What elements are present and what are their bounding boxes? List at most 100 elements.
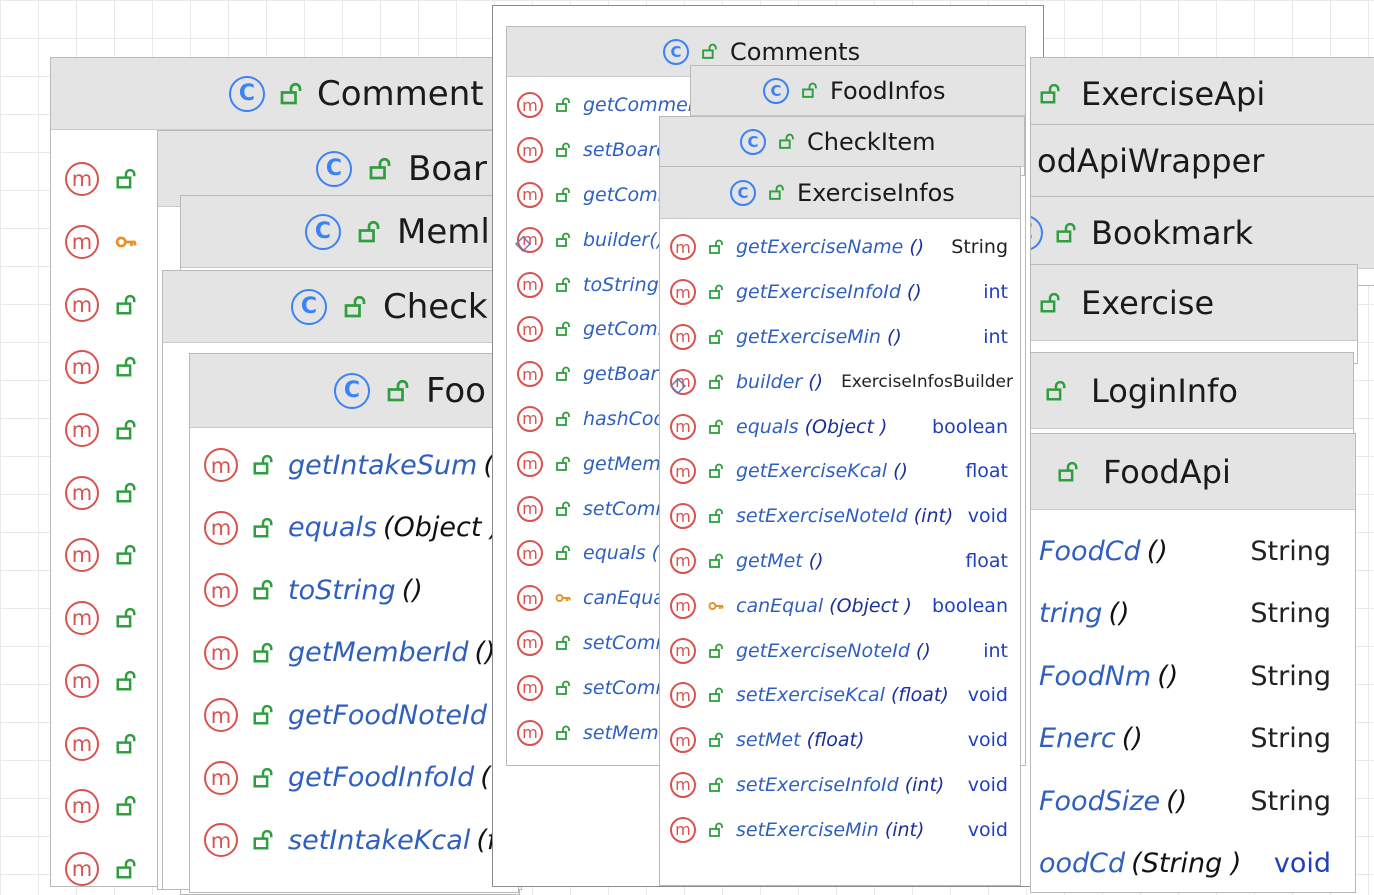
member-row[interactable]: m [65, 838, 137, 886]
method-row[interactable]: m getFoodNoteId [204, 684, 518, 747]
class-header[interactable]: C Bookmark [1031, 197, 1374, 269]
class-header[interactable]: FoodApi [1031, 434, 1355, 510]
public-lock-icon [555, 232, 571, 248]
method-row[interactable]: tring() String [1039, 583, 1331, 646]
method-params: () [808, 370, 824, 393]
method-icon: m [670, 682, 696, 709]
return-type: void [967, 773, 1008, 796]
method-name: setIntakeKcal [288, 824, 471, 856]
diamond-pin-icon [514, 235, 532, 253]
method-row[interactable]: m setExerciseInfoId (int) void [670, 763, 1008, 808]
method-row[interactable]: m canEqual (Object ) boolean [670, 583, 1008, 628]
member-row[interactable]: m [65, 775, 137, 838]
method-row[interactable]: m equals (Object ) [204, 497, 518, 560]
class-header[interactable]: C ExerciseInfos [660, 167, 1020, 219]
method-name: setExerciseMin [736, 818, 879, 841]
method-row[interactable]: m equals (Object ) boolean [670, 404, 1008, 449]
member-row[interactable]: m [65, 461, 137, 524]
method-name: getExerciseName [736, 236, 904, 259]
public-lock-icon [115, 419, 137, 441]
member-row[interactable]: m [65, 524, 137, 587]
member-row[interactable]: m [65, 148, 137, 211]
class-exerciseinfos[interactable]: C ExerciseInfos m getExerciseName() String… [659, 166, 1021, 886]
method-name: getComr [583, 318, 666, 341]
method-name: Enerc [1039, 723, 1116, 755]
method-row[interactable]: m getExerciseInfoId() int [670, 270, 1008, 315]
method-row[interactable]: m setExerciseKcal (float) void [670, 673, 1008, 718]
method-row[interactable]: FoodSize() String [1039, 770, 1331, 833]
method-params: () [893, 460, 908, 483]
method-row[interactable]: FoodNm() String [1039, 645, 1331, 708]
method-row[interactable]: m getFoodInfoId( [204, 747, 518, 810]
class-title: Bookmark [1091, 213, 1254, 252]
class-header[interactable]: C Foo [190, 354, 518, 428]
method-name: canEqua [583, 587, 665, 610]
method-icon: m [670, 503, 696, 530]
diamond-pin-icon [669, 377, 687, 395]
method-row[interactable]: m getMemberId() [204, 622, 518, 685]
class-header[interactable]: ExerciseApi [1031, 58, 1374, 130]
protected-key-icon [115, 231, 137, 253]
method-row[interactable]: m getMet() float [670, 539, 1008, 584]
method-icon: m [670, 771, 696, 798]
method-name: getCommen [583, 94, 700, 117]
class-header[interactable]: C Meml [181, 196, 519, 268]
return-type: int [983, 281, 1008, 304]
class-header[interactable]: C Check [163, 271, 521, 343]
method-row[interactable]: m getExerciseName() String [670, 225, 1008, 270]
method-row[interactable]: FoodCd() String [1039, 520, 1331, 583]
member-row[interactable]: m [65, 712, 137, 775]
class-header[interactable]: odApiWrapper [1031, 125, 1374, 197]
method-row[interactable]: m setExerciseMin (int) void [670, 807, 1008, 852]
return-type: void [967, 505, 1008, 528]
method-row[interactable]: oodCd (String ) void [1039, 833, 1331, 893]
class-foodapi[interactable]: FoodApi FoodCd() String tring() String FoodN… [1030, 433, 1356, 893]
member-row[interactable]: m [65, 587, 137, 650]
method-icon: m [517, 450, 543, 477]
method-row[interactable]: m setExerciseNoteId (int) void [670, 494, 1008, 539]
class-icon: C [740, 128, 766, 155]
method-row[interactable]: Enerc() String [1039, 708, 1331, 771]
class-icon: C [305, 213, 341, 250]
method-row[interactable]: m getExerciseNoteId() int [670, 628, 1008, 673]
method-params: () [906, 281, 922, 304]
return-type: ExerciseInfosBuilder [841, 371, 1013, 392]
method-params: (float) [890, 684, 949, 707]
method-name: getIntakeSum [288, 449, 478, 481]
method-icon: m [670, 637, 696, 664]
class-header[interactable]: C CheckItem [660, 117, 1024, 167]
method-row[interactable]: m getExerciseKcal() float [670, 449, 1008, 494]
class-header[interactable]: C Comment [51, 58, 509, 130]
method-icon: m [517, 629, 543, 656]
method-row[interactable]: m builder() ExerciseInfosBuilder [670, 359, 1013, 404]
member-row[interactable]: m [65, 336, 137, 399]
class-header[interactable]: Exercise [1031, 265, 1357, 341]
member-icon-column: mmmmmmmmmmmm [65, 148, 137, 886]
public-lock-icon [115, 607, 137, 629]
class-title: CheckItem [807, 127, 936, 156]
method-params: (Object ) [829, 594, 912, 617]
member-row[interactable]: m [65, 399, 137, 462]
public-lock-icon [115, 482, 137, 504]
member-row[interactable]: m [65, 211, 137, 274]
method-icon: m [517, 137, 543, 164]
protected-key-icon [555, 590, 571, 606]
class-header[interactable]: LoginInfo [1031, 353, 1353, 429]
member-row[interactable]: m [65, 273, 137, 336]
member-row[interactable]: m [65, 650, 137, 713]
method-row[interactable]: m toString() [204, 559, 518, 622]
method-row[interactable]: m setIntakeKcal (fl [204, 809, 518, 872]
method-icon: m [517, 585, 543, 612]
class-food[interactable]: C Foo m getIntakeSum (m equals (Object ) m toS… [189, 353, 519, 893]
method-row[interactable]: m getIntakeSum( [204, 434, 518, 497]
method-row[interactable]: m setMet (float) void [670, 718, 1008, 763]
method-row[interactable]: m getExerciseMin() int [670, 315, 1008, 360]
method-icon: m [670, 323, 696, 350]
class-header[interactable]: C FoodInfos [691, 66, 1025, 116]
method-params: () [915, 639, 931, 662]
class-exercise[interactable]: Exercise [1030, 264, 1358, 364]
method-name: oodCd [1039, 848, 1126, 880]
method-params: () [1146, 535, 1168, 567]
method-name: FoodSize [1039, 785, 1161, 817]
method-icon: m [65, 413, 99, 448]
